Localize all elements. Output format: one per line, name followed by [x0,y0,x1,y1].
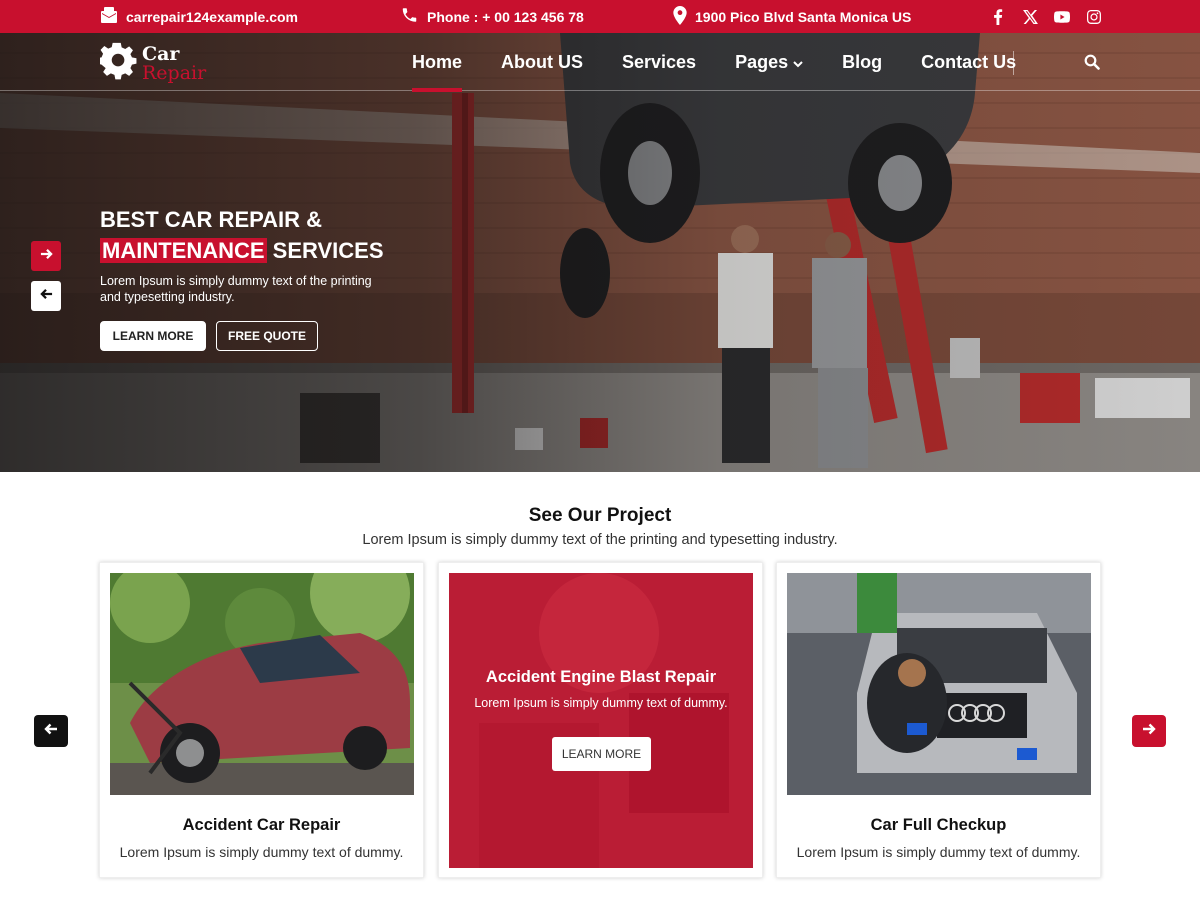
learn-more-button[interactable]: LEARN MORE [100,321,206,351]
nav-services[interactable]: Services [622,33,696,91]
nav-about-us[interactable]: About US [501,33,583,91]
logo-line2: Repair [142,61,207,84]
project-card[interactable]: Accident Car Repair Lorem Ipsum is simpl… [99,562,424,878]
hero-title: BEST CAR REPAIR & MAINTENANCE SERVICES [100,207,384,263]
project-card-hovered[interactable]: Accident Engine Blast Repair Lorem Ipsum… [438,562,763,878]
instagram-icon[interactable] [1086,9,1102,25]
wrecked-car-image [110,573,414,795]
social-links [990,0,1102,33]
email-text: carrepair124example.com [126,8,298,25]
nav-home[interactable]: Home [412,33,463,92]
youtube-icon[interactable] [1054,9,1070,25]
projects-subtitle: Lorem Ipsum is simply dummy text of the … [362,532,838,548]
arrow-left-icon [44,722,58,740]
hero-next-button[interactable] [31,241,61,271]
chevron-down-icon [793,52,803,73]
hero-section: Car Repair Home About US Services Pages … [0,33,1200,472]
nav-divider [1013,51,1014,75]
gear-icon [97,42,138,85]
nav-blog[interactable]: Blog [842,33,882,91]
project-card[interactable]: Car Full Checkup Lorem Ipsum is simply d… [776,562,1101,878]
phone-info[interactable]: Phone : + 00 123 456 78 [400,0,584,33]
x-twitter-icon[interactable] [1022,9,1038,25]
facebook-icon[interactable] [990,8,1006,25]
hero-prev-button[interactable] [31,281,61,311]
projects-prev-button[interactable] [34,715,68,747]
card-title: Accident Engine Blast Repair [485,668,717,686]
logo-line1: Car [142,42,180,65]
site-logo[interactable]: Car Repair [97,42,207,85]
car-checkup-image [787,573,1091,795]
phone-icon [400,6,419,27]
card-description: Lorem Ipsum is simply dummy text of dumm… [474,696,728,710]
card-learn-more-button[interactable]: LEARN MORE [552,737,651,771]
top-contact-bar: carrepair124example.com Phone : + 00 123… [0,0,1200,33]
arrow-right-icon [1142,722,1156,740]
phone-text: Phone : + 00 123 456 78 [427,8,584,25]
address-info[interactable]: 1900 Pico Blvd Santa Monica US [673,0,911,33]
projects-next-button[interactable] [1132,715,1166,747]
card-red-overlay [449,573,753,868]
nav-contact-us[interactable]: Contact Us [921,33,1016,91]
card-description: Lorem Ipsum is simply dummy text of dumm… [796,844,1081,860]
location-pin-icon [673,5,687,28]
nav-pages[interactable]: Pages [735,33,803,91]
search-icon[interactable] [1084,54,1102,72]
engine-repair-image: Accident Engine Blast Repair Lorem Ipsum… [449,573,753,868]
email-info[interactable]: carrepair124example.com [100,0,298,33]
primary-nav: Home About US Services Pages Blog Contac… [412,33,1055,92]
hero-description: Lorem Ipsum is simply dummy text of the … [100,274,372,304]
card-title: Accident Car Repair [182,816,341,834]
email-icon [100,6,118,27]
address-text: 1900 Pico Blvd Santa Monica US [695,8,912,25]
card-title: Car Full Checkup [870,816,1007,834]
projects-title: See Our Project [528,505,672,526]
card-description: Lorem Ipsum is simply dummy text of dumm… [119,844,404,860]
arrow-left-icon [39,287,53,305]
free-quote-button[interactable]: FREE QUOTE [216,321,318,351]
hero-title-highlight: MAINTENANCE [100,238,267,263]
main-navbar: Car Repair Home About US Services Pages … [0,33,1200,92]
arrow-right-icon [40,247,53,265]
